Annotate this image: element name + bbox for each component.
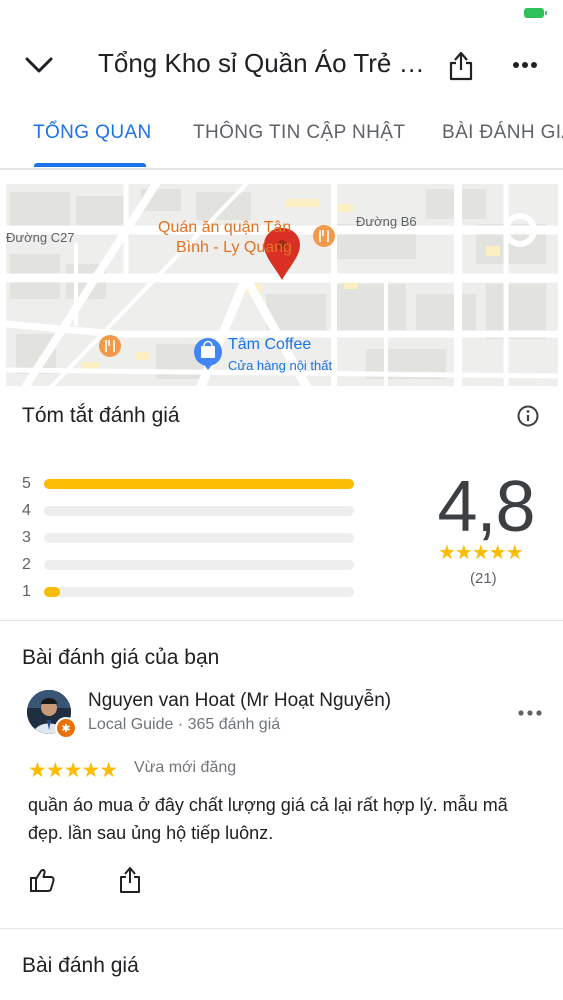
map-poi-label: Quán ăn quận Tân Bình - Ly Quang <box>158 218 292 258</box>
reviews-section-title: Bài đánh giá <box>22 954 139 977</box>
rating-bar-track <box>44 506 354 516</box>
rating-bar-label: 1 <box>22 583 31 600</box>
chevron-down-icon <box>25 57 53 73</box>
share-review-button[interactable] <box>116 866 144 894</box>
map-street-label: Đường C27 <box>6 230 75 245</box>
map-street-label: Đường B6 <box>356 214 417 229</box>
review-text: quần áo mua ở đây chất lượng giá cả lại … <box>28 795 508 843</box>
restaurant-icon <box>313 225 335 247</box>
page-title: Tổng Kho sỉ Quần Áo Trẻ Em <box>98 48 428 78</box>
reviewer-name[interactable]: Nguyen van Hoat (Mr Hoạt Nguyễn) <box>88 690 391 712</box>
review-options-button[interactable] <box>516 704 544 722</box>
info-button[interactable] <box>516 404 540 428</box>
rating-bar-fill <box>44 479 354 489</box>
map-shop-category: Cửa hàng nội thất <box>228 358 333 373</box>
thumbs-up-icon <box>30 868 55 892</box>
your-review-title: Bài đánh giá của bạn <box>22 646 220 669</box>
map-poi-line: Quán ăn quận Tân <box>158 219 292 236</box>
map-preview[interactable]: Đường C27 Đường B6 Quán ăn quận Tân Bình… <box>6 184 558 386</box>
rating-bar-label: 5 <box>22 475 31 492</box>
info-icon <box>517 405 539 427</box>
section-divider <box>0 928 563 929</box>
average-rating: 4,8 <box>437 467 535 547</box>
share-icon <box>120 867 140 893</box>
rating-bar-fill <box>44 587 60 597</box>
review-stars: ★★★★★ <box>28 759 118 782</box>
local-guide-badge-icon: ✱ <box>55 717 77 739</box>
rating-bar-track <box>44 479 354 489</box>
rating-bar-track <box>44 587 354 597</box>
rating-bar-label: 4 <box>22 502 31 519</box>
more-options-button[interactable] <box>510 52 540 78</box>
more-icon <box>518 710 542 716</box>
active-tab-indicator <box>34 163 146 167</box>
tab-reviews[interactable]: BÀI ĐÁNH GIÁ <box>442 122 563 144</box>
reviewer-guide-info: Local Guide · 365 đánh giá <box>88 716 281 733</box>
tab-overview[interactable]: TỔNG QUAN <box>33 122 152 144</box>
rating-bar-label: 3 <box>22 529 31 546</box>
share-button[interactable] <box>446 50 476 82</box>
tab-bar: TỔNG QUAN THÔNG TIN CẬP NHẬT BÀI ĐÁNH GI… <box>0 112 563 170</box>
rating-stars: ★★★★★ <box>438 542 524 564</box>
review-count: (21) <box>470 570 497 587</box>
rating-bar-track <box>44 533 354 543</box>
collapse-button[interactable] <box>22 50 56 80</box>
battery-icon <box>524 8 547 18</box>
more-icon <box>513 62 537 68</box>
rating-summary-title: Tóm tắt đánh giá <box>22 404 180 427</box>
rating-bar-label: 2 <box>22 556 31 573</box>
restaurant-icon <box>99 335 121 357</box>
like-button[interactable] <box>28 866 56 894</box>
rating-bar-track <box>44 560 354 570</box>
map-shop-name: Tâm Coffee <box>228 336 312 353</box>
map-poi-line: Bình - Ly Quang <box>176 239 292 256</box>
review-posted-time: Vừa mới đăng <box>134 759 237 776</box>
tab-updates[interactable]: THÔNG TIN CẬP NHẬT <box>193 122 405 144</box>
map-graphic <box>6 184 558 386</box>
share-icon <box>449 51 473 81</box>
section-divider <box>0 620 563 621</box>
